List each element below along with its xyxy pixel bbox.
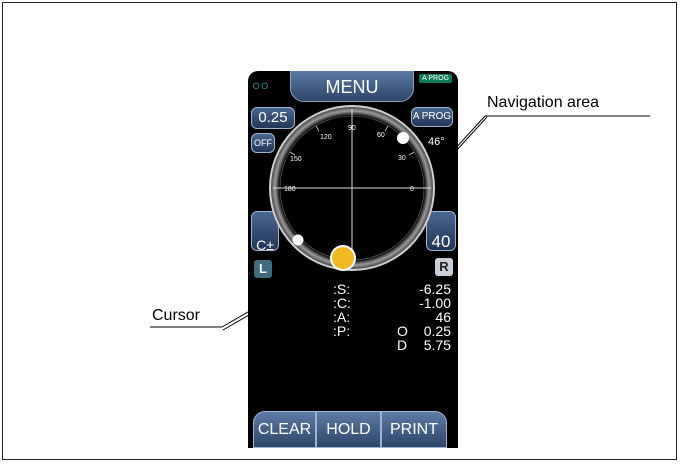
right-eye-badge[interactable]: R	[435, 258, 453, 276]
left-eye-badge[interactable]: L	[254, 260, 272, 278]
clear-button[interactable]: CLEAR	[253, 411, 316, 448]
measurement-readings: :S: -6.25 :C: -1.00 :A: 46 :P: O 0.25 D …	[333, 281, 451, 353]
cursor-callout: Cursor	[152, 307, 201, 324]
bottom-toolbar: CLEAR HOLD PRINT	[248, 411, 458, 448]
reading-row-sphere: :S: -6.25	[333, 281, 451, 297]
hold-button[interactable]: HOLD	[316, 411, 381, 448]
dial-label-120: 120	[320, 134, 332, 141]
reading-row-cylinder: :C: -1.00	[333, 295, 451, 311]
reading-sublabel: D	[397, 337, 408, 353]
axis-marker-dot[interactable]	[397, 132, 409, 144]
device-screen: ○○ MENU A PROG 0.25 OFF A PROG C± 40 90	[248, 71, 458, 448]
reading-row-axis: :A: 46	[333, 309, 451, 325]
dial-label-30: 30	[398, 155, 406, 162]
reading-row-prism-d: D 5.75	[333, 337, 451, 353]
dial-label-150: 150	[290, 156, 302, 163]
dial-label-60: 60	[377, 132, 385, 139]
angle-readout: 46°	[428, 136, 445, 148]
cursor-knob[interactable]	[332, 247, 354, 269]
dial-label-90: 90	[348, 125, 356, 132]
navigation-area-callout: Navigation area	[487, 94, 600, 111]
reading-value: 5.75	[423, 337, 451, 353]
print-button[interactable]: PRINT	[381, 411, 447, 448]
reading-row-prism-o: :P: O 0.25	[333, 323, 451, 339]
secondary-marker-dot[interactable]	[292, 234, 304, 246]
navigation-dial[interactable]: 90 60 30 0 180 150 120	[248, 71, 458, 281]
dial-label-180: 180	[284, 186, 296, 193]
dial-label-0: 0	[410, 186, 414, 193]
